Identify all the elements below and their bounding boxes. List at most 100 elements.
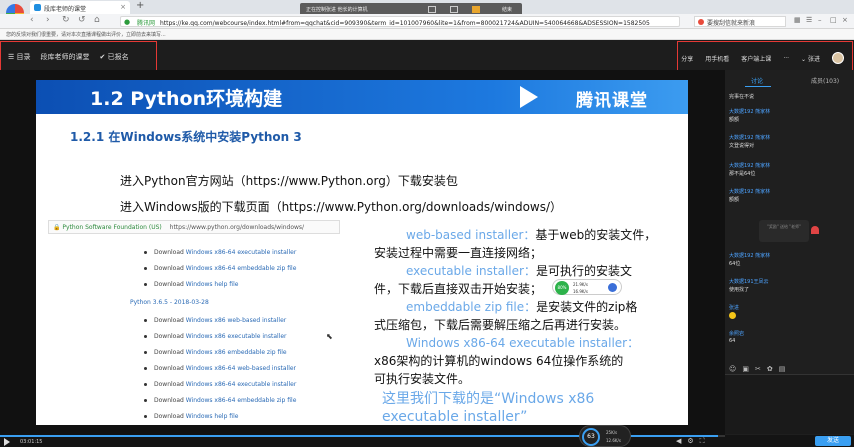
slide-title: 1.2 Python环境构建 bbox=[90, 88, 283, 110]
chat-message: 大数据192 熊家林 文登说得对 bbox=[729, 135, 771, 149]
slide: 1.2 Python环境构建 腾讯课堂 1.2.1 在Windows系统中安装P… bbox=[36, 80, 688, 425]
back-icon[interactable]: ‹ bbox=[30, 15, 34, 25]
scissors-icon[interactable]: ✂ bbox=[755, 365, 761, 373]
list-item: Download Windows help file bbox=[144, 281, 238, 288]
search-box[interactable]: 要搜刮信就来新浪 bbox=[694, 16, 786, 27]
slide-subtitle: 1.2.1 在Windows系统中安装Python 3 bbox=[70, 130, 302, 144]
slide-line-2: 进入Windows版的下载页面（https://www.Python.org/d… bbox=[120, 200, 563, 214]
chat-panel: 讨论 成员(103) 完事在不说 大数据192 熊家林 额额 大数据192 熊家林… bbox=[725, 70, 854, 435]
python-download-screenshot: 🔒 Python Software Foundation (US) https:… bbox=[48, 220, 340, 425]
screen-icon[interactable] bbox=[428, 6, 436, 13]
mouse-cursor-icon: ⬉ bbox=[326, 332, 333, 341]
heart-icon bbox=[811, 226, 819, 234]
screenshot-site: 🔒 Python Software Foundation (US) bbox=[53, 224, 162, 231]
list-item: Download Windows x86-64 executable insta… bbox=[144, 381, 296, 388]
chat-toolbar: ☺ ▣ ✂ ✿ ▤ bbox=[729, 365, 785, 373]
desc-web-based: web-based installer：基于web的安装文件， bbox=[406, 228, 657, 242]
tab-favicon-icon bbox=[34, 4, 41, 11]
notification-strip: 您的反馈对我们很重要，请对本次直播课程做出评价，立即前去来填写... bbox=[0, 29, 854, 40]
close-tab-icon[interactable]: × bbox=[120, 3, 126, 11]
lock-icon[interactable] bbox=[472, 6, 480, 13]
slide-line-1: 进入Python官方网站（https://www.Python.org）下载安装… bbox=[120, 174, 458, 188]
undo-icon[interactable]: ↺ bbox=[78, 15, 86, 25]
version-heading: Python 3.6.5 - 2018-03-28 bbox=[130, 299, 209, 306]
list-item: Download Windows x86 web-based installer bbox=[144, 317, 286, 324]
screenshot-url: https://www.python.org/downloads/windows… bbox=[169, 224, 305, 231]
search-box-text: 要搜刮信就来新浪 bbox=[707, 20, 756, 27]
desc-zip-cont: 式压缩包，下载后需要解压缩之后再进行安装。 bbox=[374, 318, 627, 332]
close-window-icon[interactable]: × bbox=[842, 16, 848, 24]
browser-tab[interactable]: 段库老师的课堂 × bbox=[30, 1, 130, 14]
speed-percent: 80% bbox=[555, 281, 569, 295]
list-item: Download Windows x86 executable installe… bbox=[144, 333, 286, 340]
image-icon[interactable]: ▣ bbox=[742, 365, 749, 373]
window-icon[interactable] bbox=[450, 6, 458, 13]
fullscreen-icon[interactable]: ⛶ bbox=[700, 437, 705, 446]
secure-label: 腾讯网 bbox=[137, 20, 156, 27]
reload-icon[interactable]: ↻ bbox=[62, 15, 70, 25]
desc-x86-64: Windows x86-64 executable installer： bbox=[406, 336, 640, 350]
volume-icon[interactable]: ◀ bbox=[676, 437, 681, 446]
upload-speed: 21.9K/s bbox=[573, 282, 588, 287]
smile-emoji-icon bbox=[729, 312, 736, 319]
desc-x86-64-cont: x86架构的计算机的windows 64位操作系统的 bbox=[374, 354, 624, 368]
desc-zip: embeddable zip file：是安装文件的zip格 bbox=[406, 300, 638, 314]
chat-message: 张进 bbox=[729, 304, 739, 321]
end-control-button[interactable]: 结束 bbox=[502, 6, 512, 13]
speed-ball-value: 63 bbox=[582, 428, 600, 446]
menu-icon[interactable]: ☰ bbox=[806, 16, 812, 24]
chat-message: 完事在不说 bbox=[729, 94, 755, 100]
list-item: Download Windows x86 embeddable zip file bbox=[144, 349, 287, 356]
chat-message: 大数据192 熊家林 额额 bbox=[729, 189, 771, 203]
play-time: 03:01:15 bbox=[20, 439, 43, 445]
tab-discussion[interactable]: 讨论 bbox=[751, 76, 763, 85]
speed-ball-widget[interactable]: 63 25K/s 12.6K/s bbox=[579, 425, 631, 447]
desc-executable-cont: 件，下载后直接双击开始安装； bbox=[374, 282, 543, 296]
gift-notice: "奖励" 送给 "老师" bbox=[759, 220, 819, 242]
list-item: Download Windows x86-64 embeddable zip f… bbox=[144, 265, 296, 272]
list-item: Download Windows x86-64 embeddable zip f… bbox=[144, 397, 296, 404]
chat-message: 大数据192 熊家林 64位 bbox=[729, 253, 771, 267]
chat-input[interactable] bbox=[725, 374, 854, 434]
chat-message: 大数据191王凤云 使用找了 bbox=[729, 279, 769, 293]
secure-lock-icon: ● bbox=[124, 18, 131, 26]
extension-icon[interactable]: ▦ bbox=[794, 16, 801, 24]
url-text: https://ke.qq.com/webcourse/index.html#f… bbox=[159, 20, 650, 27]
chat-message: 大数据192 熊家林 那不是64位 bbox=[729, 163, 771, 177]
screenshot-url-bar: 🔒 Python Software Foundation (US) https:… bbox=[48, 220, 340, 234]
player-bar: 03:01:15 ◀ ⚙ ⛶ 发送 bbox=[0, 435, 854, 447]
list-item: Download Windows x86-64 web-based instal… bbox=[144, 365, 296, 372]
remote-control-text: 正在控制张进 他长的计算机 bbox=[306, 7, 368, 13]
tencent-play-icon bbox=[520, 86, 538, 108]
slide-highlight: 这里我们下载的是“Windows x86 executable installe… bbox=[382, 391, 595, 425]
chat-tabs: 讨论 成员(103) bbox=[725, 74, 854, 87]
file-icon[interactable]: ▤ bbox=[779, 365, 786, 373]
player-tools: ◀ ⚙ ⛶ bbox=[676, 437, 705, 446]
maximize-icon[interactable]: □ bbox=[830, 16, 837, 24]
new-tab-icon[interactable]: + bbox=[136, 0, 144, 11]
send-button[interactable]: 发送 bbox=[815, 436, 851, 446]
settings-icon[interactable]: ⚙ bbox=[687, 437, 693, 446]
url-field[interactable]: ● 腾讯网 https://ke.qq.com/webcourse/index.… bbox=[120, 16, 680, 27]
desc-web-based-cont: 安装过程中需要一直连接网络； bbox=[374, 246, 543, 260]
desc-x86-64-cont2: 可执行安装文件。 bbox=[374, 372, 471, 386]
flower-icon[interactable]: ✿ bbox=[767, 365, 773, 373]
active-tab-indicator bbox=[745, 86, 771, 87]
accelerator-icon[interactable] bbox=[608, 283, 617, 292]
network-speed-widget: 80% 21.9K/s 16.9K/s bbox=[552, 279, 622, 295]
forward-icon[interactable]: › bbox=[46, 15, 50, 25]
video-area[interactable]: 1.2 Python环境构建 腾讯课堂 1.2.1 在Windows系统中安装P… bbox=[0, 70, 725, 435]
slide-brand: 腾讯课堂 bbox=[576, 91, 648, 111]
download-speed: 16.9K/s bbox=[573, 289, 588, 294]
minimize-icon[interactable]: – bbox=[818, 16, 822, 24]
tab-title: 段库老师的课堂 bbox=[44, 6, 87, 13]
play-icon[interactable] bbox=[4, 438, 10, 446]
tab-members[interactable]: 成员(103) bbox=[811, 76, 839, 85]
home-icon[interactable]: ⌂ bbox=[94, 15, 100, 25]
slide-header: 1.2 Python环境构建 腾讯课堂 bbox=[36, 80, 688, 114]
chat-message: 余照岩 64 bbox=[729, 331, 745, 344]
emoji-icon[interactable]: ☺ bbox=[729, 365, 736, 373]
desc-executable: executable installer：是可执行的安装文 bbox=[406, 264, 632, 278]
speed-ball-up: 25K/s bbox=[606, 430, 618, 435]
weibo-icon bbox=[698, 19, 704, 25]
